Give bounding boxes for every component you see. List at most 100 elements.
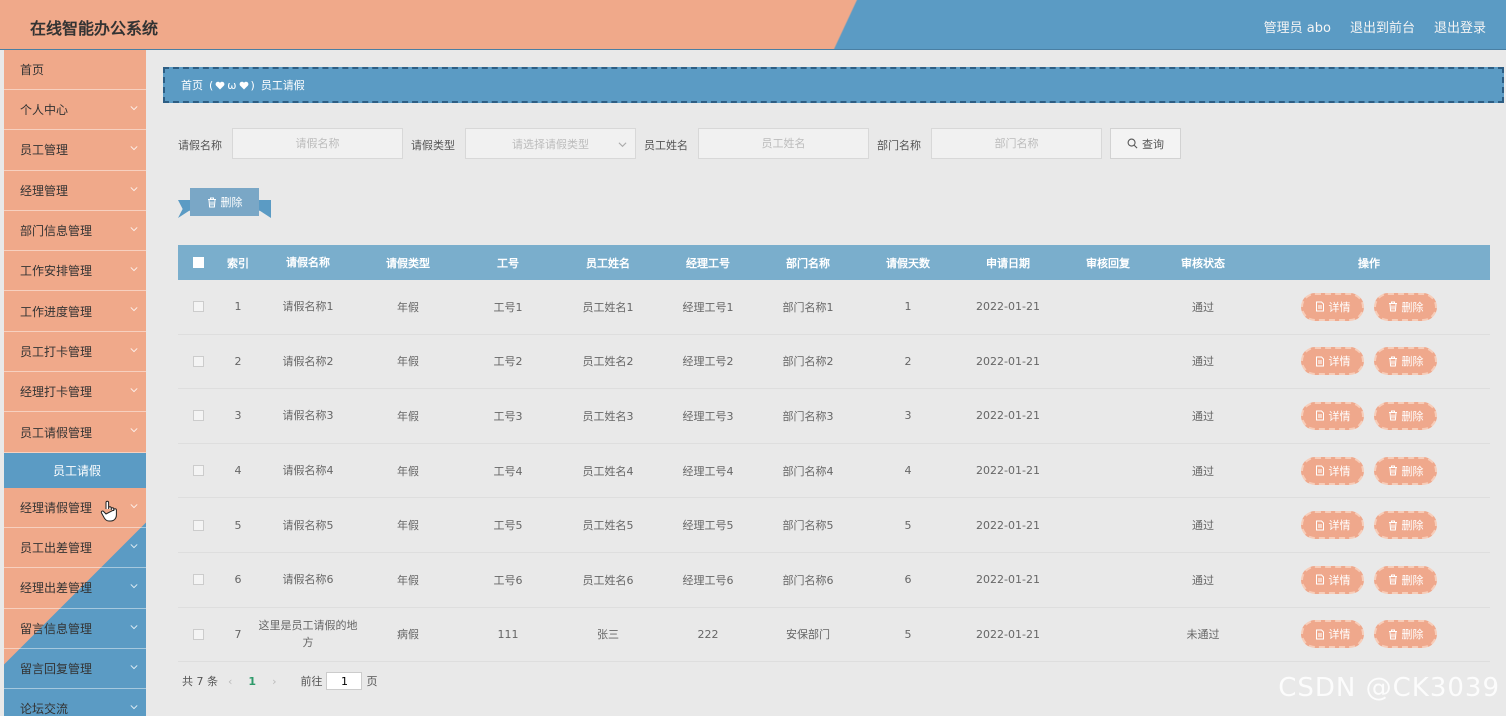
sidebar-item[interactable]: 留言信息管理	[4, 609, 146, 649]
leave-name-input[interactable]	[232, 128, 403, 159]
sidebar-item[interactable]: 经理打卡管理	[4, 372, 146, 413]
cell-emp: 员工姓名5	[582, 519, 634, 533]
sidebar-item[interactable]: 员工出差管理	[4, 528, 146, 569]
row-checkbox[interactable]	[192, 410, 204, 422]
chevron-down-icon	[130, 146, 138, 151]
cell-mgr: 经理工号6	[682, 573, 734, 587]
logout-link[interactable]: 退出登录	[1434, 17, 1486, 36]
select-all-checkbox[interactable]	[192, 257, 204, 268]
sidebar-item-label: 首页	[20, 63, 45, 77]
cell-date: 2022-01-21	[976, 518, 1040, 532]
sidebar-item[interactable]: 工作进度管理	[4, 291, 146, 332]
exit-to-front-link[interactable]: 退出到前台	[1350, 17, 1415, 36]
row-checkbox[interactable]	[192, 465, 204, 477]
row-checkbox[interactable]	[192, 355, 204, 367]
delete-button[interactable]: 删除	[1374, 292, 1437, 321]
sidebar-item[interactable]: 经理管理	[4, 171, 146, 211]
cell-mgr: 经理工号3	[682, 409, 734, 423]
table-row: 3 请假名称3 年假 工号3 员工姓名3 经理工号3 部门名称3 3 2022-01-21 通过 详…	[178, 389, 1490, 444]
chevron-down-icon	[130, 267, 138, 272]
prev-page-icon[interactable]: ‹	[228, 675, 232, 688]
detail-button[interactable]: 详情	[1301, 292, 1364, 321]
cell-no: 工号2	[493, 355, 523, 369]
cell-emp: 张三	[597, 628, 619, 642]
delete-button[interactable]: 删除	[1374, 511, 1437, 540]
sidebar-item[interactable]: 经理出差管理	[4, 568, 146, 609]
table-row: 7 这里是员工请假的地方 病假 111 张三 222 安保部门 5 2022-01-21 未通过 详…	[178, 608, 1490, 663]
sidebar-item[interactable]: 经理请假管理	[4, 488, 146, 528]
sidebar-subitem-employee-leave[interactable]: 员工请假	[4, 452, 146, 488]
sidebar-item[interactable]: 员工打卡管理	[4, 332, 146, 373]
leave-type-select[interactable]: 请选择请假类型	[465, 128, 636, 159]
cell-status: 通过	[1192, 355, 1214, 369]
cell-no: 工号6	[493, 573, 523, 587]
sidebar-item[interactable]: 个人中心	[4, 90, 146, 131]
heart-icon	[215, 81, 225, 89]
admin-user-label[interactable]: 管理员 abo	[1264, 17, 1331, 36]
sidebar-item[interactable]: 工作安排管理	[4, 251, 146, 292]
cell-days: 2	[904, 354, 912, 368]
cell-date: 2022-01-21	[976, 573, 1040, 587]
cell-emp: 员工姓名3	[582, 409, 634, 423]
detail-button[interactable]: 详情	[1301, 347, 1364, 376]
cell-emp: 员工姓名6	[582, 573, 634, 587]
next-page-icon[interactable]: ›	[272, 675, 276, 688]
cell-emp: 员工姓名1	[582, 300, 634, 314]
batch-delete-button[interactable]: 删除	[190, 188, 259, 216]
document-icon	[1315, 520, 1324, 531]
breadcrumb-separator: ( ω )	[209, 78, 255, 92]
chevron-down-icon	[130, 584, 138, 589]
cell-mgr: 经理工号2	[682, 355, 734, 369]
sidebar-item[interactable]: 员工管理	[4, 130, 146, 171]
row-checkbox[interactable]	[192, 301, 204, 313]
cell-dept: 部门名称6	[782, 573, 834, 587]
breadcrumb-home[interactable]: 首页	[181, 77, 203, 93]
delete-button[interactable]: 删除	[1374, 565, 1437, 594]
sidebar-item-label: 经理出差管理	[20, 581, 93, 596]
row-checkbox[interactable]	[192, 519, 204, 531]
cell-status: 未通过	[1186, 628, 1220, 642]
sidebar-item[interactable]: 留言回复管理	[4, 649, 146, 690]
delete-button[interactable]: 删除	[1374, 347, 1437, 376]
page-number[interactable]: 1	[248, 675, 256, 688]
leave-type-label: 请假类型	[411, 139, 455, 152]
app-title: 在线智能办公系统	[30, 19, 159, 38]
chevron-down-icon	[618, 142, 627, 148]
detail-button[interactable]: 详情	[1301, 565, 1364, 594]
detail-button[interactable]: 详情	[1301, 620, 1364, 649]
goto-page-input[interactable]	[326, 672, 363, 690]
row-checkbox[interactable]	[192, 574, 204, 586]
dept-name-label: 部门名称	[877, 139, 921, 152]
sidebar-item[interactable]: 部门信息管理	[4, 211, 146, 252]
col-header-days: 请假天数	[886, 256, 930, 270]
trash-icon	[1388, 629, 1397, 640]
sidebar-item[interactable]: 员工请假管理	[4, 412, 146, 453]
hand-cursor-icon	[100, 500, 117, 522]
delete-button[interactable]: 删除	[1374, 456, 1437, 485]
sidebar-item[interactable]: 首页	[4, 50, 146, 90]
sidebar-item[interactable]: 论坛交流	[4, 689, 146, 716]
query-button[interactable]: 查询	[1110, 128, 1181, 159]
cell-date: 2022-01-21	[976, 300, 1040, 314]
delete-button[interactable]: 删除	[1374, 401, 1437, 430]
table-row: 5 请假名称5 年假 工号5 员工姓名5 经理工号5 部门名称5 5 2022-01-21 通过 详…	[178, 498, 1490, 553]
row-checkbox[interactable]	[192, 628, 204, 640]
breadcrumb-current: 员工请假	[260, 79, 305, 92]
cell-name: 请假名称6	[282, 573, 334, 587]
table-row: 6 请假名称6 年假 工号6 员工姓名6 经理工号6 部门名称6 6 2022-01-21 通过 详…	[178, 553, 1490, 608]
document-icon	[1315, 410, 1324, 421]
document-icon	[1315, 465, 1324, 476]
breadcrumb: 首页 ( ω ) 员工请假	[163, 67, 1504, 103]
sidebar-item-label: 经理管理	[20, 183, 69, 198]
detail-button[interactable]: 详情	[1301, 456, 1364, 485]
detail-button[interactable]: 详情	[1301, 401, 1364, 430]
trash-icon	[207, 197, 216, 207]
cell-mgr: 经理工号4	[682, 464, 734, 478]
page-suffix: 页	[366, 675, 378, 688]
sidebar-item-label: 工作进度管理	[20, 304, 93, 319]
delete-button[interactable]: 删除	[1374, 620, 1437, 649]
detail-button[interactable]: 详情	[1301, 511, 1364, 540]
dept-name-input[interactable]	[931, 128, 1102, 159]
cell-status: 通过	[1192, 519, 1214, 533]
emp-name-input[interactable]	[698, 128, 869, 159]
